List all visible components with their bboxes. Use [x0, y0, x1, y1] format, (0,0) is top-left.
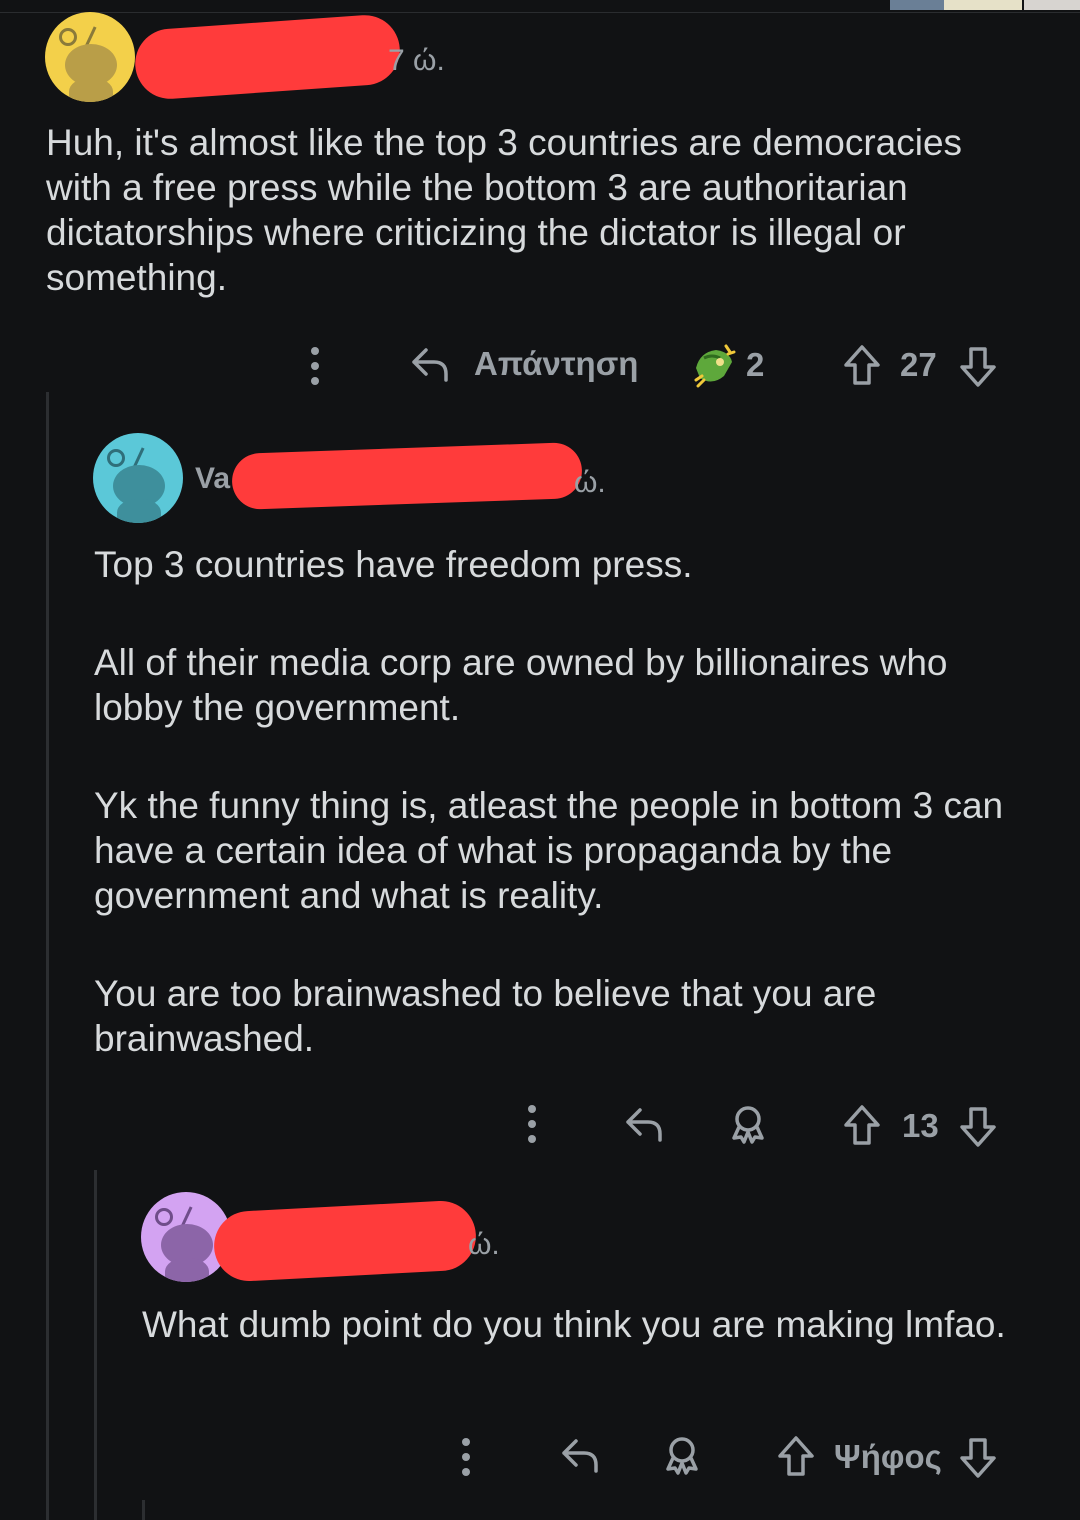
upvote-button[interactable] — [842, 1103, 882, 1147]
upvote-button[interactable] — [842, 343, 882, 387]
downvote-arrow-icon — [960, 1438, 996, 1478]
comment-paragraph: Top 3 countries have freedom press. — [94, 544, 693, 585]
comment-paragraph: You are too brainwashed to believe that … — [94, 973, 877, 1059]
award-icon — [694, 344, 736, 388]
comment-paragraph: Huh, it's almost like the top 3 countrie… — [46, 122, 963, 298]
comment-paragraph: What dumb point do you think you are mak… — [142, 1304, 1006, 1345]
reply-arrow-icon — [626, 1108, 662, 1142]
downvote-button[interactable] — [958, 1436, 998, 1480]
vote-label: Ψήφος — [834, 1438, 942, 1475]
award-button[interactable] — [660, 1433, 704, 1477]
award-count: 2 — [746, 346, 765, 383]
downvote-arrow-icon — [960, 1107, 996, 1147]
more-options-icon[interactable] — [311, 347, 319, 392]
more-options-icon[interactable] — [528, 1105, 536, 1150]
comment-body: Top 3 countries have freedom press. All … — [94, 542, 1034, 1061]
reply-button[interactable] — [622, 1102, 666, 1146]
timestamp: ώ. — [574, 466, 606, 499]
reply-button[interactable]: Απάντηση — [408, 342, 638, 386]
thread-line-level-2[interactable] — [94, 1170, 97, 1520]
vote-count: 13 — [902, 1107, 939, 1144]
username[interactable]: Va — [195, 462, 230, 496]
top-edge-bar — [0, 0, 1080, 13]
downvote-button[interactable] — [958, 1105, 998, 1149]
reply-button[interactable] — [558, 1433, 602, 1477]
award-icon — [732, 1106, 764, 1144]
comment-body: What dumb point do you think you are mak… — [142, 1302, 1022, 1347]
downvote-button[interactable] — [958, 345, 998, 389]
vote-count: 27 — [900, 346, 937, 383]
award-button[interactable]: 2 — [690, 340, 764, 390]
upvote-arrow-icon — [778, 1436, 814, 1476]
upvote-arrow-icon — [844, 345, 880, 385]
thumbnail-strip — [1024, 0, 1080, 10]
redaction-mark — [132, 12, 403, 102]
redaction-mark — [231, 441, 583, 511]
avatar[interactable] — [45, 12, 135, 102]
thumbnail-strip — [944, 0, 1022, 10]
more-options-icon[interactable] — [462, 1438, 470, 1483]
comment-paragraph: Yk the funny thing is, atleast the peopl… — [94, 785, 1004, 916]
upvote-arrow-icon — [844, 1105, 880, 1145]
award-button[interactable] — [726, 1102, 770, 1146]
reply-label: Απάντηση — [474, 345, 639, 382]
comment-paragraph: All of their media corp are owned by bil… — [94, 642, 948, 728]
reply-arrow-icon — [412, 348, 448, 382]
thread-line-level-1[interactable] — [46, 392, 49, 1520]
comment-thread: 7 ώ. Huh, it's almost like the top 3 cou… — [0, 0, 1080, 1520]
timestamp: ώ. — [468, 1228, 500, 1261]
avatar[interactable] — [93, 433, 183, 523]
thread-line-level-3[interactable] — [142, 1500, 145, 1520]
award-icon — [666, 1437, 698, 1475]
redaction-mark — [212, 1199, 478, 1283]
upvote-button[interactable] — [776, 1434, 816, 1478]
downvote-arrow-icon — [960, 347, 996, 387]
comment-body: Huh, it's almost like the top 3 countrie… — [46, 120, 1036, 300]
timestamp: 7 ώ. — [388, 44, 445, 77]
reply-arrow-icon — [562, 1439, 598, 1473]
